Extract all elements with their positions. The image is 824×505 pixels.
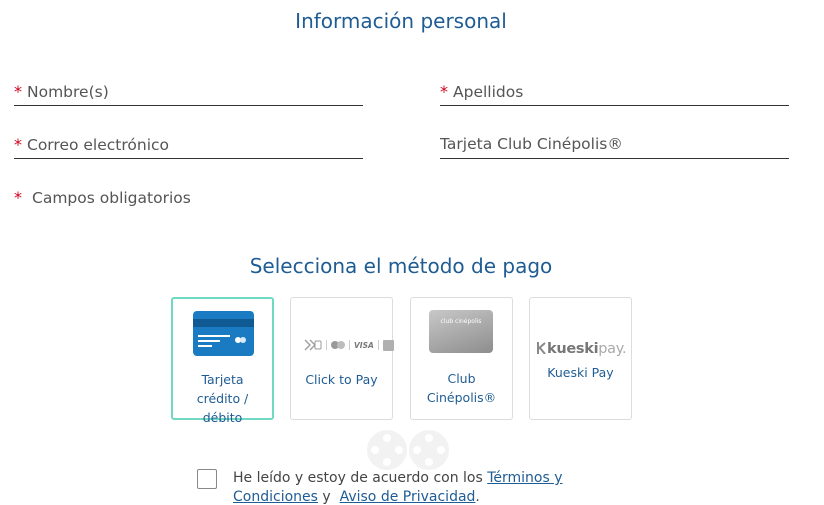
privacy-link[interactable]: Aviso de Privacidad: [340, 489, 476, 505]
payment-option-tarjeta[interactable]: Tarjeta crédito / débito: [171, 297, 274, 425]
click-to-pay-chevron-icon: [304, 339, 322, 351]
nombre-field[interactable]: * Nombre(s): [14, 80, 363, 106]
terms-text: He leído y estoy de acuerdo con los Térm…: [233, 469, 573, 505]
club-card-field[interactable]: Tarjeta Club Cinépolis®: [440, 133, 789, 159]
terms-checkbox[interactable]: [197, 469, 217, 489]
payment-option-label: Tarjeta crédito / débito: [196, 372, 249, 425]
click-to-pay-logos-icon: VISA: [304, 339, 394, 351]
required-asterisk: *: [14, 135, 22, 154]
payment-option-label: Click to Pay: [305, 372, 378, 387]
terms-suffix: .: [475, 489, 480, 505]
payment-option-click-to-pay[interactable]: VISA Click to Pay: [290, 297, 394, 420]
payment-method-title: Selecciona el método de pago: [249, 254, 553, 278]
credit-card-icon: [193, 311, 254, 356]
nombre-label: Nombre(s): [27, 83, 109, 101]
required-asterisk: *: [440, 82, 448, 101]
payment-option-club-cinepolis[interactable]: club cinépolis Club Cinépolis®: [410, 297, 513, 420]
required-note: * Campos obligatorios: [14, 188, 191, 207]
apellidos-field[interactable]: * Apellidos: [440, 80, 789, 106]
payment-option-label: Kueski Pay: [547, 365, 614, 380]
kueski-logo-suffix: pay.: [598, 341, 627, 357]
kueski-pay-logo-icon: kueskipay.: [537, 341, 627, 357]
terms-prefix: He leído y estoy de acuerdo con los: [233, 470, 488, 486]
kueski-mark-icon: [537, 342, 546, 354]
email-field[interactable]: * Correo electrónico: [14, 133, 363, 159]
kueski-logo-text: kueski: [547, 341, 599, 357]
terms-joiner: y: [317, 489, 340, 505]
required-note-text: Campos obligatorios: [32, 189, 191, 207]
card-network-icon: [382, 339, 394, 351]
club-card-label: Tarjeta Club Cinépolis®: [440, 135, 623, 153]
payment-option-label: Club Cinépolis®: [426, 371, 497, 405]
apellidos-label: Apellidos: [453, 83, 524, 101]
visa-icon: VISA: [354, 340, 374, 350]
required-asterisk: *: [14, 82, 22, 101]
club-card-text: club cinépolis: [440, 318, 482, 325]
required-asterisk: *: [14, 188, 22, 207]
club-cinepolis-card-icon: club cinépolis: [429, 310, 493, 353]
personal-info-title: Información personal: [295, 9, 507, 33]
payment-option-kueski[interactable]: kueskipay. Kueski Pay: [529, 297, 632, 420]
email-label: Correo electrónico: [27, 136, 170, 154]
